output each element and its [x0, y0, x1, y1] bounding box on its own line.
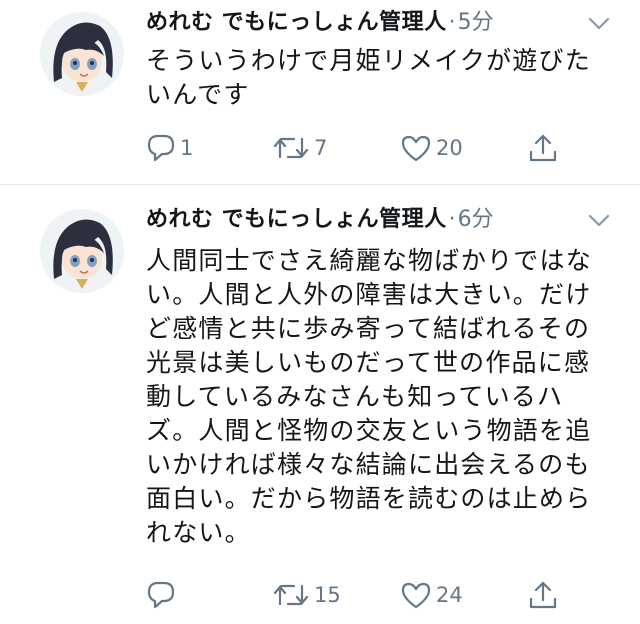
- tweet-text-line: 面白い。だから物語を読むのは止めら: [146, 484, 592, 513]
- share-button[interactable]: [528, 575, 562, 615]
- tweet-header: めれむ でもにっしょん管理人·6分: [146, 201, 494, 237]
- avatar[interactable]: [40, 209, 124, 293]
- avatar[interactable]: [40, 12, 124, 96]
- tweet-text-line: ど感情と共に歩み寄って結ばれるその: [146, 314, 591, 343]
- tweet-text: そういうわけで月姫リメイクが遊びた いんです: [146, 44, 616, 112]
- retweet-icon: [273, 584, 309, 606]
- reply-button[interactable]: [146, 575, 180, 615]
- retweet-count: 7: [314, 136, 328, 160]
- retweet-button[interactable]: 15: [272, 575, 341, 615]
- tweet-text-line: 動しているみなさんも知っているハ: [146, 382, 564, 411]
- retweet-button[interactable]: 7: [272, 128, 327, 168]
- reply-icon: [147, 581, 175, 609]
- like-button[interactable]: 20: [400, 128, 463, 168]
- retweet-icon: [273, 137, 309, 159]
- tweet[interactable]: めれむ でもにっしょん管理人·6分 人間同士でさえ綺麗な物ばかりではな い。人間…: [0, 185, 640, 624]
- tweet-text-line: い。人間と人外の障害は大きい。だけ: [146, 280, 592, 309]
- tweet-text-line: ズ。人間と怪物の交友という物語を追: [146, 416, 592, 445]
- like-button[interactable]: 24: [400, 575, 463, 615]
- share-button[interactable]: [528, 128, 562, 168]
- retweet-count: 15: [314, 583, 341, 607]
- share-icon: [529, 581, 557, 609]
- anime-girl-avatar-icon: [40, 209, 124, 293]
- separator-dot: ·: [448, 207, 456, 232]
- reply-count: 1: [180, 136, 194, 160]
- share-icon: [529, 134, 557, 162]
- tweet-actions: 15 24: [0, 575, 640, 615]
- tweet-header: めれむ でもにっしょん管理人·5分: [146, 4, 494, 40]
- heart-icon: [401, 582, 431, 609]
- timestamp[interactable]: 6分: [458, 207, 494, 232]
- tweet-text-line: 光景は美しいものだって世の作品に感: [146, 348, 591, 377]
- tweet-text-line: れない。: [146, 518, 251, 547]
- heart-icon: [401, 135, 431, 162]
- tweet-text-line: そういうわけで月姫リメイクが遊びた: [146, 46, 591, 75]
- tweet[interactable]: めれむ でもにっしょん管理人·5分 そういうわけで月姫リメイクが遊びた いんです…: [0, 0, 640, 184]
- separator-dot: ·: [448, 10, 456, 35]
- reply-icon: [147, 134, 175, 162]
- tweet-text: 人間同士でさえ綺麗な物ばかりではな い。人間と人外の障害は大きい。だけ ど感情と…: [146, 244, 616, 550]
- user-name[interactable]: めれむ でもにっしょん管理人: [146, 207, 447, 232]
- tweet-actions: 1 7 20: [0, 128, 640, 168]
- chevron-down-icon[interactable]: [588, 16, 610, 32]
- tweet-text-line: 人間同士でさえ綺麗な物ばかりではな: [146, 246, 592, 275]
- chevron-down-icon[interactable]: [588, 213, 610, 229]
- user-name[interactable]: めれむ でもにっしょん管理人: [146, 10, 447, 35]
- like-count: 24: [436, 583, 463, 607]
- tweet-text-line: いかければ様々な結論に出会えるのも: [146, 450, 591, 479]
- timestamp[interactable]: 5分: [458, 10, 494, 35]
- like-count: 20: [436, 136, 463, 160]
- anime-girl-avatar-icon: [40, 12, 124, 96]
- tweet-text-line: いんです: [146, 80, 250, 109]
- reply-button[interactable]: 1: [146, 128, 193, 168]
